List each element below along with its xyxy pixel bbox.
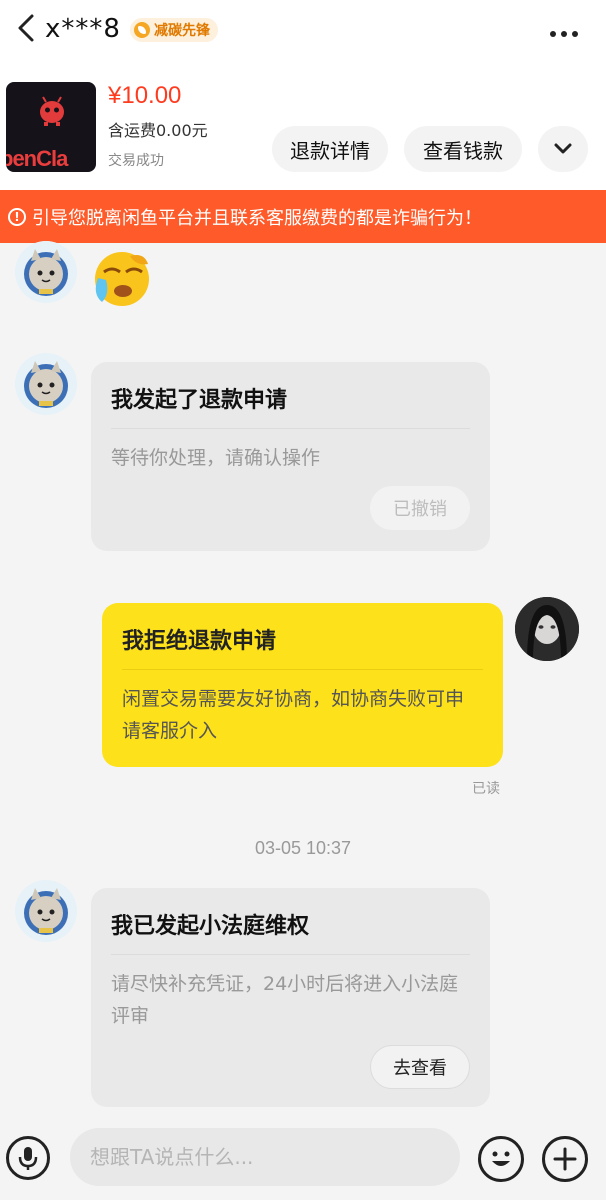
refund-detail-button[interactable]: 退款详情 (272, 126, 388, 172)
reject-refund-card[interactable]: 我拒绝退款申请 闲置交易需要友好协商，如协商失败可申请客服介入 (102, 603, 503, 767)
chat-header: x***8 减碳先锋 (0, 0, 606, 60)
card-divider (111, 428, 470, 429)
item-thumbnail[interactable]: penCla (6, 82, 96, 172)
view-money-button[interactable]: 查看钱款 (404, 126, 522, 172)
seller-avatar[interactable] (15, 241, 77, 303)
fraud-warning-banner: ! 引导您脱离闲鱼平台并且联系客服缴费的都是诈骗行为！ (0, 190, 606, 243)
card-title: 我发起了退款申请 (111, 388, 288, 413)
crying-emoji-icon (95, 252, 149, 306)
carbon-badge[interactable]: 减碳先锋 (130, 18, 218, 42)
refund-request-card[interactable]: 我发起了退款申请 等待你处理，请确认操作 已撤销 (91, 362, 490, 551)
seller-nickname[interactable]: x***8 (45, 14, 121, 44)
item-summary: penCla ¥10.00 含运费0.00元 交易成功 退款详情 查看钱款 (0, 60, 606, 190)
smile-icon (492, 1151, 510, 1166)
microphone-button[interactable] (6, 1136, 50, 1180)
card-title: 我拒绝退款申请 (122, 629, 277, 654)
expand-button[interactable] (538, 126, 588, 172)
view-court-button[interactable]: 去查看 (370, 1045, 470, 1089)
card-body: 等待你处理，请确认操作 (111, 447, 321, 469)
small-court-card[interactable]: 我已发起小法庭维权 请尽快补充凭证，24小时后将进入小法庭评审 去查看 (91, 888, 490, 1107)
message-timestamp: 03-05 10:37 (254, 838, 352, 858)
chevron-left-icon[interactable] (12, 12, 40, 44)
card-body: 闲置交易需要友好协商，如协商失败可申请客服介入 (122, 688, 465, 742)
plus-button[interactable] (542, 1136, 588, 1182)
message-input[interactable] (70, 1128, 460, 1186)
carbon-badge-label: 减碳先锋 (154, 23, 210, 39)
card-divider (111, 954, 470, 955)
plus-icon (553, 1147, 577, 1171)
item-image-text: penCla (6, 146, 68, 171)
read-status: 已读 (472, 781, 500, 797)
input-bar (0, 1118, 606, 1200)
transaction-status: 交易成功 (108, 153, 164, 169)
item-price: ¥10.00 (108, 82, 182, 109)
fraud-warning-text: 引导您脱离闲鱼平台并且联系客服缴费的都是诈骗行为！ (32, 207, 482, 229)
microphone-icon (18, 1147, 38, 1170)
my-avatar[interactable] (515, 597, 579, 661)
chevron-down-icon (554, 143, 572, 154)
emoji-button[interactable] (478, 1136, 524, 1182)
alert-circle-icon: ! (8, 207, 26, 226)
card-body: 请尽快补充凭证，24小时后将进入小法庭评审 (111, 973, 459, 1027)
more-dots-icon[interactable] (550, 22, 584, 37)
leaf-icon (134, 22, 150, 38)
robot-logo-icon (40, 96, 64, 126)
seller-avatar[interactable] (15, 353, 77, 415)
revoked-button[interactable]: 已撤销 (370, 486, 470, 530)
card-divider (122, 669, 483, 670)
seller-avatar[interactable] (15, 880, 77, 942)
card-title: 我已发起小法庭维权 (111, 914, 310, 939)
shipping-fee: 含运费0.00元 (108, 121, 208, 140)
